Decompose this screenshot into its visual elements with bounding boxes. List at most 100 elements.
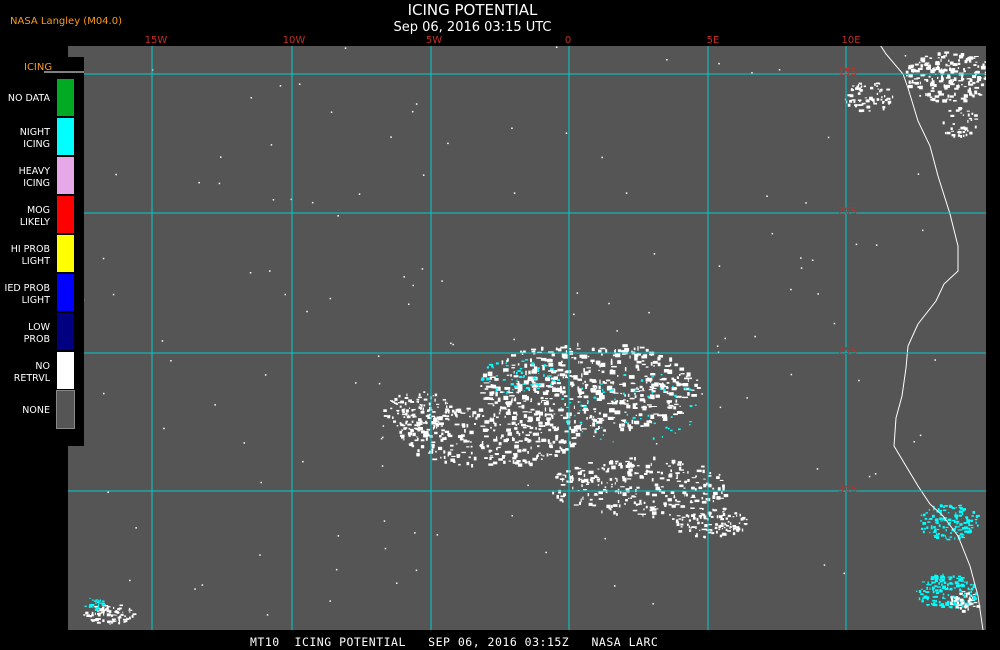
cloud-pixel bbox=[487, 371, 493, 376]
cloud-pixel bbox=[943, 581, 947, 584]
cloud-pixel bbox=[967, 129, 969, 132]
cloud-pixel bbox=[629, 486, 633, 489]
cloud-pixel bbox=[556, 382, 561, 385]
cloud-pixel bbox=[493, 429, 495, 432]
cloud-pixel bbox=[718, 528, 721, 531]
cloud-pixel bbox=[518, 432, 521, 436]
cloud-pixel bbox=[470, 451, 473, 455]
cloud-pixel bbox=[958, 514, 962, 517]
cloud-pixel bbox=[618, 464, 620, 466]
cloud-pixel bbox=[739, 513, 741, 517]
cloud-pixel bbox=[593, 386, 596, 389]
cloud-pixel bbox=[716, 515, 719, 519]
cloud-pixel bbox=[484, 457, 488, 459]
cloud-pixel bbox=[446, 405, 448, 408]
cloud-pixel bbox=[537, 391, 540, 394]
cloud-pixel bbox=[588, 462, 593, 464]
cloud-pixel bbox=[403, 276, 405, 278]
cloud-pixel bbox=[972, 75, 976, 79]
cloud-pixel bbox=[947, 74, 950, 77]
cloud-pixel bbox=[935, 99, 939, 103]
cloud-pixel bbox=[601, 481, 603, 485]
cloud-pixel bbox=[613, 511, 616, 515]
cloud-pixel bbox=[562, 386, 566, 390]
cloud-pixel bbox=[412, 432, 416, 437]
cloud-pixel bbox=[416, 436, 418, 438]
cloud-pixel bbox=[691, 494, 695, 498]
cloud-pixel bbox=[969, 524, 974, 526]
cloud-pixel bbox=[486, 444, 490, 448]
cloud-pixel bbox=[551, 380, 556, 382]
cloud-pixel bbox=[939, 517, 942, 520]
cloud-pixel bbox=[955, 512, 957, 515]
cloud-pixel bbox=[306, 310, 308, 313]
cloud-pixel bbox=[557, 378, 560, 381]
cloud-pixel bbox=[557, 426, 559, 430]
cloud-pixel bbox=[503, 460, 506, 464]
cloud-pixel bbox=[432, 427, 434, 430]
cloud-pixel bbox=[573, 504, 579, 506]
cloud-pixel bbox=[666, 479, 670, 482]
cloud-pixel bbox=[603, 468, 605, 471]
cloud-pixel bbox=[651, 478, 654, 482]
cloud-pixel bbox=[926, 584, 929, 586]
cloud-pixel bbox=[383, 409, 387, 412]
cloud-pixel bbox=[630, 497, 632, 499]
cloud-pixel bbox=[387, 415, 391, 419]
cloud-pixel bbox=[962, 131, 966, 133]
cloud-pixel bbox=[960, 126, 965, 130]
cloud-pixel bbox=[557, 374, 559, 377]
cloud-pixel bbox=[514, 444, 519, 449]
cloud-pixel bbox=[496, 416, 499, 419]
cloud-pixel bbox=[678, 518, 682, 520]
cloud-pixel bbox=[517, 402, 520, 404]
cloud-pixel bbox=[610, 360, 613, 365]
icing-map[interactable] bbox=[68, 46, 986, 630]
cloud-pixel bbox=[657, 362, 661, 367]
cloud-pixel bbox=[532, 457, 537, 461]
cloud-pixel bbox=[961, 580, 964, 582]
cloud-pixel bbox=[538, 436, 540, 441]
cloud-pixel bbox=[626, 478, 632, 480]
cloud-pixel bbox=[112, 293, 115, 296]
cloud-pixel bbox=[936, 536, 940, 540]
cloud-pixel bbox=[417, 437, 419, 440]
cloud-layer bbox=[72, 46, 986, 625]
cloud-pixel bbox=[696, 469, 702, 473]
lon-label-5e: 5E bbox=[706, 35, 720, 46]
cloud-pixel bbox=[619, 423, 622, 428]
cloud-pixel bbox=[89, 615, 92, 618]
cloud-pixel bbox=[648, 405, 652, 408]
legend-item-low-prob: LOW PROB bbox=[0, 313, 84, 352]
cloud-pixel bbox=[536, 387, 540, 390]
cloud-pixel bbox=[497, 397, 501, 402]
cloud-pixel bbox=[679, 484, 684, 488]
cloud-pixel bbox=[411, 110, 414, 113]
cloud-pixel bbox=[924, 55, 929, 58]
legend-swatch bbox=[57, 235, 74, 272]
cloud-pixel bbox=[708, 524, 712, 526]
cloud-pixel bbox=[603, 429, 606, 432]
cloud-pixel bbox=[546, 385, 551, 387]
cloud-pixel bbox=[974, 90, 978, 95]
cloud-pixel bbox=[435, 450, 437, 453]
cloud-pixel bbox=[631, 496, 637, 498]
cloud-pixel bbox=[687, 392, 690, 396]
cloud-pixel bbox=[626, 413, 628, 416]
cloud-pixel bbox=[470, 445, 473, 448]
cloud-pixel bbox=[701, 393, 703, 395]
cloud-pixel bbox=[878, 83, 881, 85]
cloud-pixel bbox=[123, 618, 126, 621]
cloud-pixel bbox=[476, 413, 480, 418]
cloud-pixel bbox=[924, 517, 928, 520]
cloud-pixel bbox=[965, 516, 968, 519]
cloud-pixel bbox=[961, 604, 963, 608]
cloud-pixel bbox=[629, 355, 631, 359]
cloud-pixel bbox=[418, 393, 421, 397]
cloud-pixel bbox=[442, 414, 447, 417]
cloud-pixel bbox=[680, 526, 683, 528]
cloud-pixel bbox=[916, 590, 918, 592]
cloud-pixel bbox=[488, 449, 491, 453]
cloud-pixel bbox=[958, 59, 960, 62]
cloud-pixel bbox=[83, 614, 86, 616]
